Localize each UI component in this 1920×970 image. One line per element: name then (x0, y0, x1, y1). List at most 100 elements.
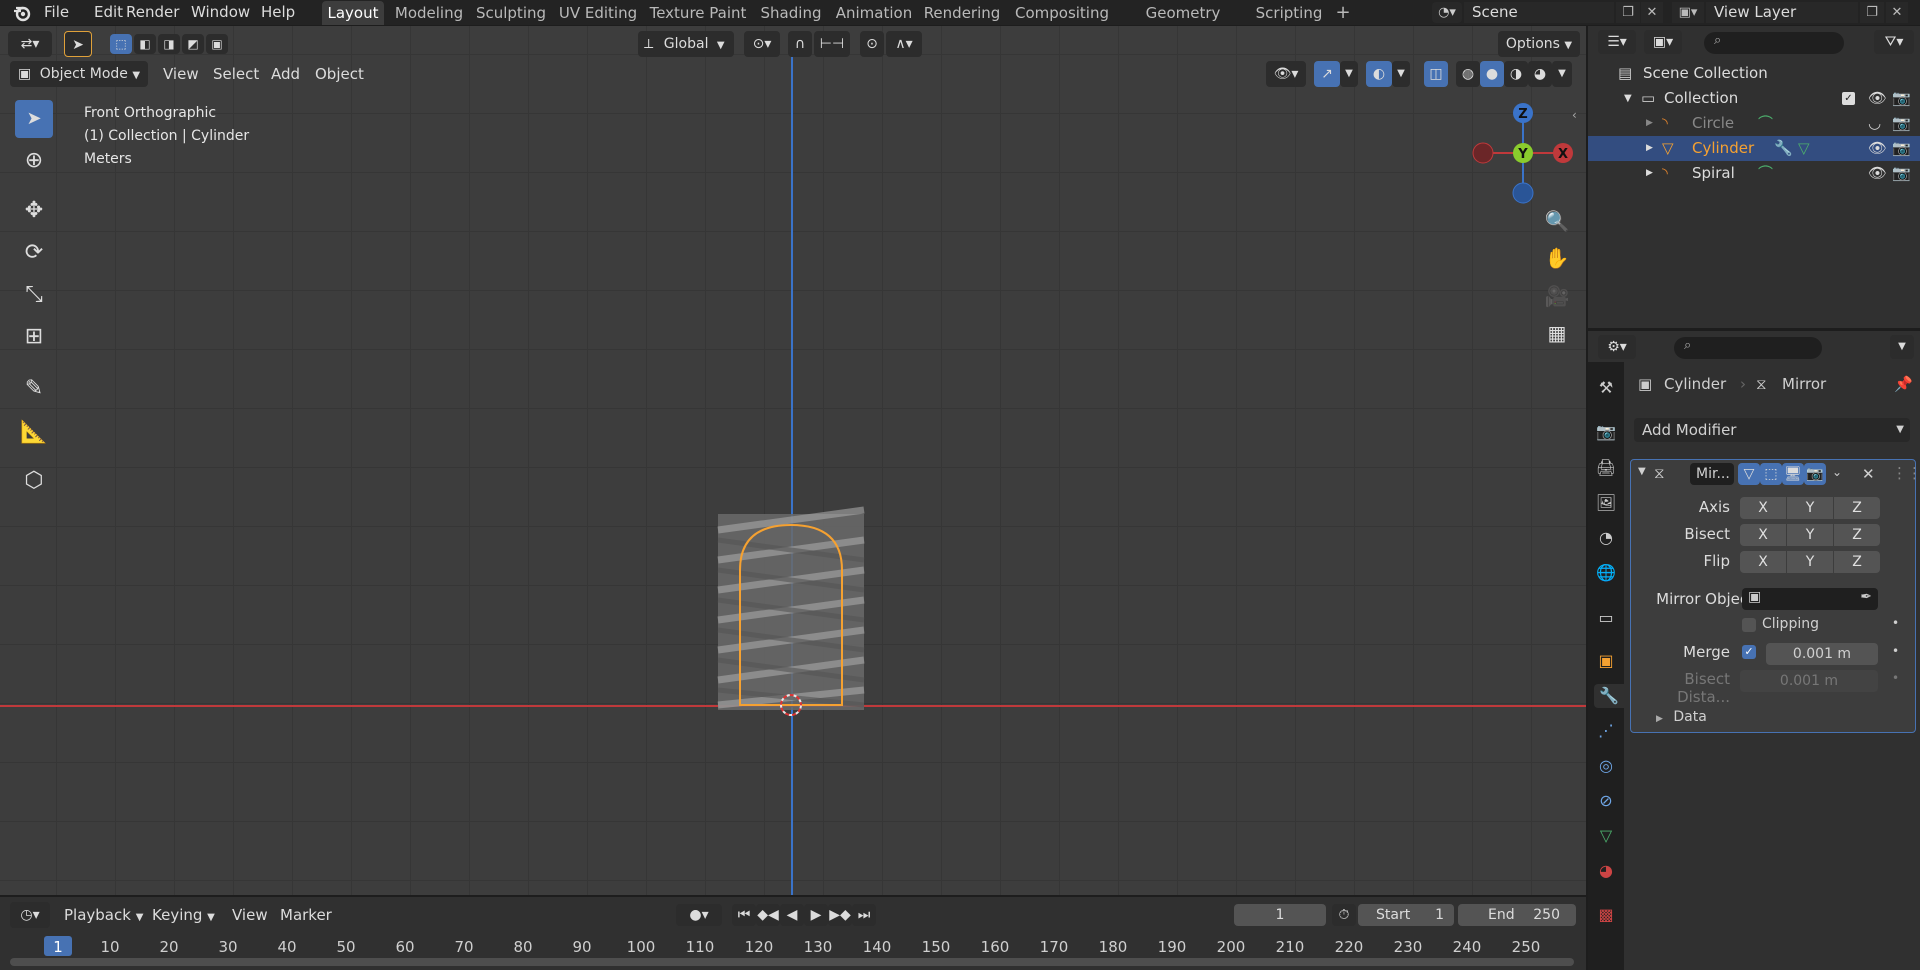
chevron-down-icon[interactable]: ▼ (1340, 61, 1358, 87)
pin-icon[interactable]: 📌 (1894, 375, 1913, 393)
camera-view-icon[interactable]: 🎥 (1542, 281, 1572, 311)
outliner-row-circle[interactable]: ▶ ◝ Circle ⌒ ◡ 📷 (1588, 111, 1920, 136)
transform-orientation-dropdown[interactable]: ⟂ Global ▼ (638, 31, 734, 57)
scene-properties-icon[interactable]: ◔ (1594, 526, 1618, 550)
view-layer-name-field[interactable]: View Layer (1706, 2, 1858, 23)
active-tool-icon[interactable]: ➤ (64, 31, 92, 57)
prev-keyframe-icon[interactable]: ◆◀ (756, 904, 780, 926)
chevron-down-icon[interactable]: ⌄ (1832, 465, 1842, 479)
zoom-icon[interactable]: 🔍 (1542, 206, 1572, 236)
viewport-menu-select[interactable]: Select (213, 61, 259, 87)
axis-x-toggle[interactable]: X (1740, 497, 1786, 519)
move-tool-icon[interactable]: ✥ (15, 192, 53, 230)
menu-render[interactable]: Render (126, 1, 179, 23)
modifier-properties-icon[interactable]: 🔧 (1594, 684, 1624, 708)
tab-compositing[interactable]: Compositing (1010, 1, 1114, 25)
eye-icon[interactable]: 👁 (1868, 161, 1887, 186)
outliner-row-collection[interactable]: ▼ ▭ Collection ✓ 👁 📷 (1588, 86, 1920, 111)
blender-logo-icon[interactable] (12, 3, 32, 23)
select-invert-icon[interactable]: ◩ (182, 34, 204, 54)
keyframe-dot-icon[interactable]: • (1892, 644, 1899, 658)
menu-file[interactable]: File (44, 1, 69, 23)
texture-properties-icon[interactable]: ▩ (1594, 903, 1618, 927)
tab-geometry-nodes[interactable]: Geometry Nodes (1122, 1, 1244, 46)
jump-end-icon[interactable]: ⏭ (852, 904, 876, 926)
close-view-layer-icon[interactable]: ✕ (1886, 2, 1908, 23)
properties-search-input[interactable]: ⌕ (1674, 337, 1822, 359)
tab-animation[interactable]: Animation (834, 1, 914, 25)
chevron-down-icon[interactable]: ▼ (1552, 61, 1572, 87)
snap-target-icon[interactable]: ⊢⊣ (814, 31, 850, 57)
merge-distance-field[interactable]: 0.001 m (1766, 643, 1878, 665)
timeline-menu-view[interactable]: View (232, 902, 268, 928)
stopwatch-icon[interactable]: ⏱ (1332, 904, 1356, 926)
jump-start-icon[interactable]: ⏮ (732, 904, 756, 926)
menu-help[interactable]: Help (261, 1, 295, 23)
viewport-menu-object[interactable]: Object (315, 61, 364, 87)
scale-tool-icon[interactable]: ⤡ (15, 276, 53, 314)
close-icon[interactable]: ✕ (1862, 465, 1875, 483)
falloff-icon[interactable]: ∧▾ (886, 31, 922, 57)
menu-edit[interactable]: Edit (94, 1, 123, 23)
outliner-row-spiral[interactable]: ▶ ◝ Spiral ⌒ 👁 📷 (1588, 161, 1920, 186)
ortho-grid-icon[interactable]: ▦ (1542, 318, 1572, 348)
transform-tool-icon[interactable]: ⊞ (15, 318, 53, 356)
timeline-menu-keying[interactable]: Keying ▼ (152, 902, 215, 928)
material-shading-icon[interactable]: ◑ (1504, 61, 1528, 87)
copy-scene-icon[interactable]: ❐ (1616, 2, 1640, 23)
editor-type-icon[interactable]: ⇄▾ (8, 31, 52, 57)
end-frame-field[interactable]: End 250 (1458, 904, 1576, 926)
wireframe-shading-icon[interactable]: ◍ (1456, 61, 1480, 87)
properties-editor-type-icon[interactable]: ⚙▾ (1598, 335, 1636, 359)
play-reverse-icon[interactable]: ◀ (780, 904, 804, 926)
play-icon[interactable]: ▶ (804, 904, 828, 926)
render-properties-icon[interactable]: 📷 (1594, 420, 1618, 444)
copy-view-layer-icon[interactable]: ❐ (1860, 2, 1884, 23)
snap-icon[interactable]: ∩ (788, 31, 812, 57)
camera-icon[interactable]: 📷 (1892, 86, 1911, 111)
viewport-menu-add[interactable]: Add (271, 61, 300, 87)
bisect-z-toggle[interactable]: Z (1834, 524, 1880, 546)
add-modifier-dropdown[interactable]: Add Modifier ▼ (1634, 418, 1910, 442)
add-workspace-button[interactable]: + (1332, 1, 1354, 25)
collection-properties-icon[interactable]: ▭ (1594, 606, 1618, 630)
eye-icon[interactable]: 👁 (1868, 86, 1887, 111)
scene-objects[interactable] (700, 490, 880, 730)
outliner-editor-type-icon[interactable]: ☰▾ (1598, 30, 1636, 54)
viewport-menu-view[interactable]: View (163, 61, 199, 87)
cursor-tool-icon[interactable]: ⊕ (15, 142, 53, 180)
navigation-gizmo[interactable]: Z X Y (1470, 100, 1580, 210)
record-icon[interactable]: ●▾ (676, 904, 722, 926)
mirror-object-field[interactable]: ▣ ✒ (1742, 588, 1878, 610)
mode-dropdown[interactable]: ▣ Object Mode ▼ (10, 61, 148, 87)
tab-scripting[interactable]: Scripting (1252, 1, 1326, 25)
scene-icon[interactable]: ◔▾ (1432, 2, 1462, 23)
merge-checkbox[interactable]: ✓ (1742, 645, 1756, 659)
tab-rendering[interactable]: Rendering (922, 1, 1002, 25)
visibility-filter-icon[interactable]: 👁▾ (1266, 61, 1306, 87)
eyedropper-icon[interactable]: ✒ (1860, 589, 1872, 605)
flip-y-toggle[interactable]: Y (1787, 551, 1833, 573)
scene-name-field[interactable]: Scene (1464, 2, 1614, 23)
chevron-down-icon[interactable]: ▼ (1890, 335, 1914, 359)
rotate-tool-icon[interactable]: ⟳ (15, 234, 53, 272)
bisect-x-toggle[interactable]: X (1740, 524, 1786, 546)
clipping-checkbox[interactable] (1742, 618, 1756, 632)
collapse-arrow-icon[interactable]: ▼ (1638, 466, 1646, 477)
cage-toggle-icon[interactable]: ⬚ (1760, 463, 1782, 485)
start-frame-field[interactable]: Start 1 (1358, 904, 1454, 926)
material-properties-icon[interactable]: ◕ (1594, 859, 1618, 883)
next-keyframe-icon[interactable]: ▶◆ (828, 904, 852, 926)
axis-z-toggle[interactable]: Z (1834, 497, 1880, 519)
camera-icon[interactable]: 📷 (1892, 136, 1911, 161)
outliner-row-scene-collection[interactable]: ▤ Scene Collection (1588, 61, 1920, 86)
outliner-row-cylinder[interactable]: ▶ ▽ Cylinder 🔧 ▽ 👁 📷 (1588, 136, 1920, 161)
eye-icon[interactable]: 👁 (1868, 136, 1887, 161)
xray-toggle-icon[interactable]: ◫ (1424, 61, 1448, 87)
pivot-point-icon[interactable]: ⊙▾ (744, 31, 780, 57)
tool-settings-icon[interactable]: ⚒ (1594, 376, 1618, 400)
select-extend-icon[interactable]: ◧ (134, 34, 156, 54)
tab-uv-editing[interactable]: UV Editing (556, 1, 640, 25)
select-subtract-icon[interactable]: ◨ (158, 34, 180, 54)
viewport-toggle-icon[interactable]: 🖥 (1782, 463, 1804, 485)
